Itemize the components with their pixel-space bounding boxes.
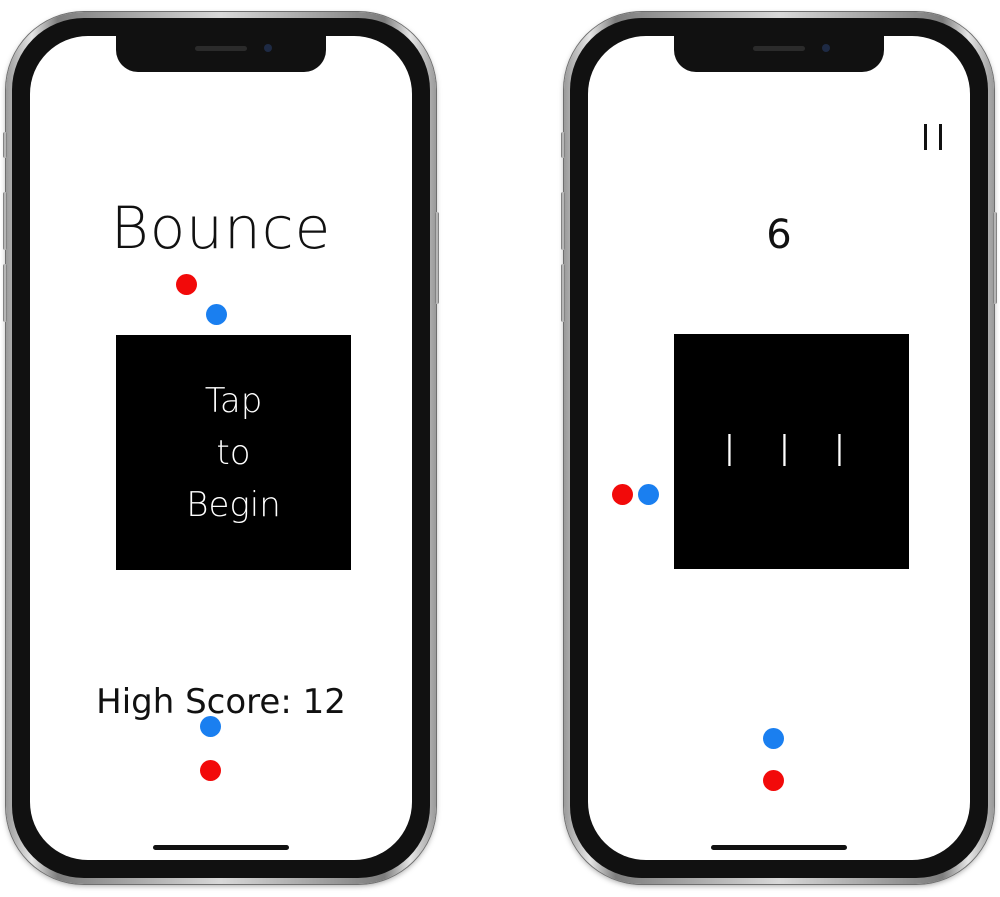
phone-bezel: Bounce Tap to Begin High Score: 12 [12, 18, 430, 878]
start-screen[interactable]: Bounce Tap to Begin High Score: 12 [30, 36, 412, 860]
blue-ball-bottom [763, 728, 784, 749]
volume-up-button [3, 192, 7, 250]
obstacle-block: I I I [674, 334, 909, 569]
game-screen[interactable]: 6 I I I [588, 36, 970, 860]
phone-bezel: 6 I I I [570, 18, 988, 878]
blue-ball [206, 304, 227, 325]
volume-down-button [561, 264, 565, 322]
pause-bar-right [939, 124, 942, 150]
red-ball [612, 484, 633, 505]
phone-frame-start: Bounce Tap to Begin High Score: 12 [3, 12, 439, 884]
tap-to-begin-line-2: to [216, 432, 251, 473]
pause-icon[interactable] [920, 124, 946, 150]
phone-notch [116, 36, 326, 72]
mute-switch [561, 132, 565, 158]
app-screenshot: Bounce Tap to Begin High Score: 12 6 I I… [0, 0, 1000, 897]
front-camera-icon [264, 44, 272, 52]
power-button [435, 212, 439, 304]
tap-to-begin-button[interactable]: Tap to Begin [116, 335, 351, 570]
tap-to-begin-line-1: Tap [204, 380, 263, 421]
tap-to-begin-label: Tap to Begin [116, 335, 351, 570]
blue-ball [638, 484, 659, 505]
high-score-label: High Score: 12 [96, 682, 346, 722]
speaker-grille [195, 46, 247, 51]
game-title: Bounce [110, 194, 332, 262]
speaker-grille [753, 46, 805, 51]
red-ball-bottom [763, 770, 784, 791]
home-indicator[interactable] [153, 845, 289, 850]
blue-ball-bottom [200, 716, 221, 737]
red-ball [176, 274, 197, 295]
pause-bar-left [924, 124, 927, 150]
volume-down-button [3, 264, 7, 322]
obstacle-block-label: I I I [723, 426, 860, 477]
tap-to-begin-line-3: Begin [186, 484, 281, 525]
power-button [993, 212, 997, 304]
home-indicator[interactable] [711, 845, 847, 850]
front-camera-icon [822, 44, 830, 52]
volume-up-button [561, 192, 565, 250]
phone-notch [674, 36, 884, 72]
red-ball-bottom [200, 760, 221, 781]
phone-frame-game: 6 I I I [561, 12, 997, 884]
current-score: 6 [766, 212, 792, 258]
mute-switch [3, 132, 7, 158]
